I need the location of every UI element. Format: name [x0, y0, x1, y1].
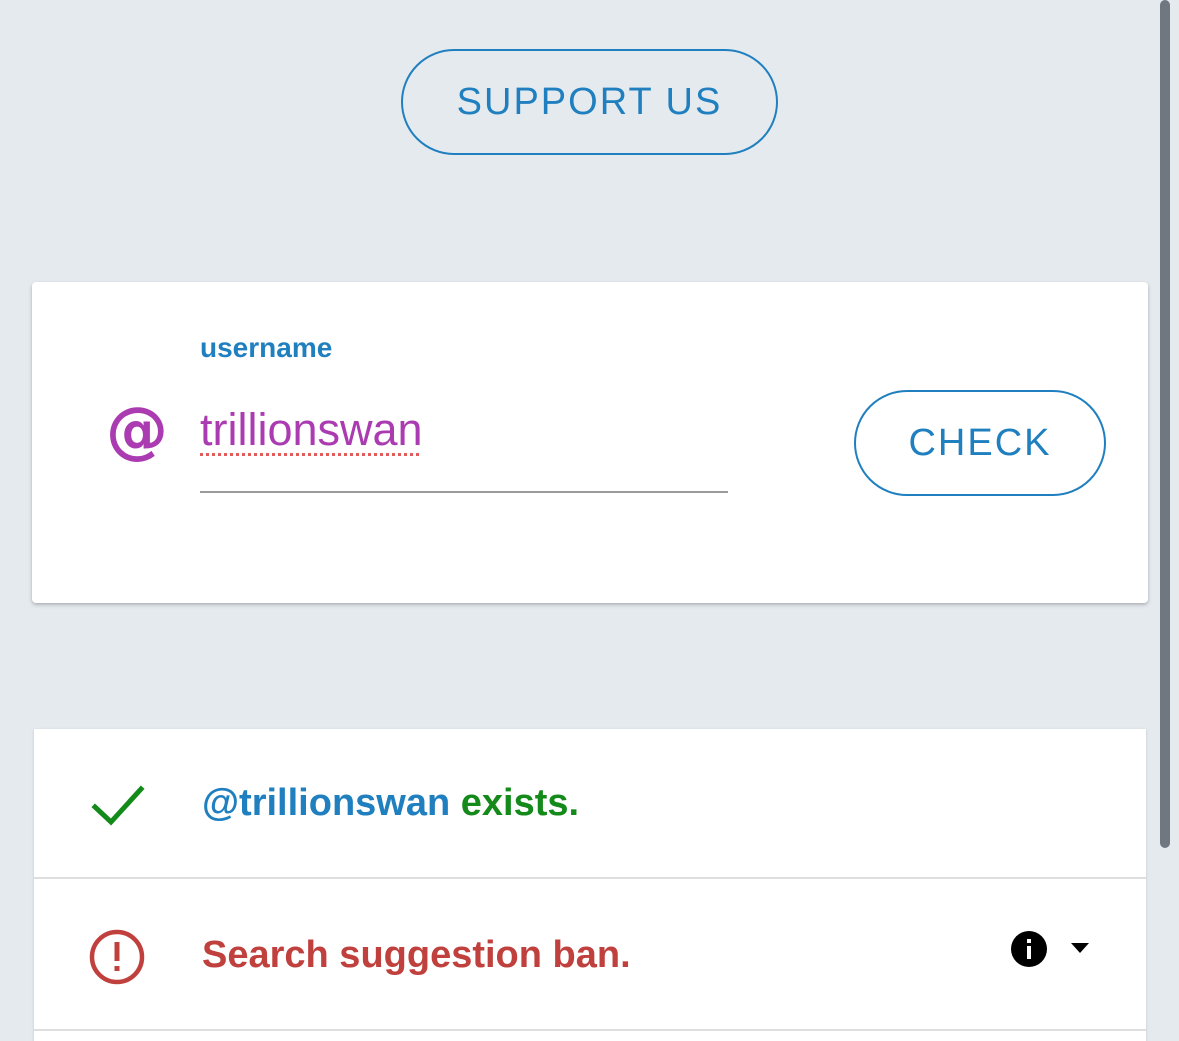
results-list: @trillionswan exists. Search suggestion … — [34, 729, 1146, 1041]
username-card: @ username trillionswan CHECK — [32, 282, 1148, 603]
result-row-exists: @trillionswan exists. — [34, 729, 1146, 879]
info-icon[interactable] — [1010, 930, 1048, 968]
ban-message: Search suggestion ban. — [202, 934, 631, 976]
result-handle: @trillionswan — [202, 782, 451, 824]
username-label: username — [200, 332, 333, 363]
scrollbar[interactable] — [1160, 0, 1170, 848]
username-input[interactable]: trillionswan — [200, 402, 423, 458]
result-row-next — [34, 1033, 1146, 1041]
input-underline — [200, 491, 728, 493]
support-us-button[interactable]: SUPPORT US — [401, 49, 778, 155]
page: SUPPORT US @ username trillionswan CHECK… — [0, 0, 1179, 1041]
check-icon — [86, 774, 148, 836]
alert-circle-icon — [86, 926, 148, 988]
result-row-search-suggestion-ban[interactable]: Search suggestion ban. — [34, 881, 1146, 1031]
chevron-down-icon[interactable] — [1070, 941, 1090, 955]
check-button[interactable]: CHECK — [854, 390, 1106, 496]
exists-text: exists. — [450, 782, 580, 824]
at-sign-icon: @ — [106, 392, 168, 466]
exists-message: @trillionswan exists. — [202, 779, 579, 827]
